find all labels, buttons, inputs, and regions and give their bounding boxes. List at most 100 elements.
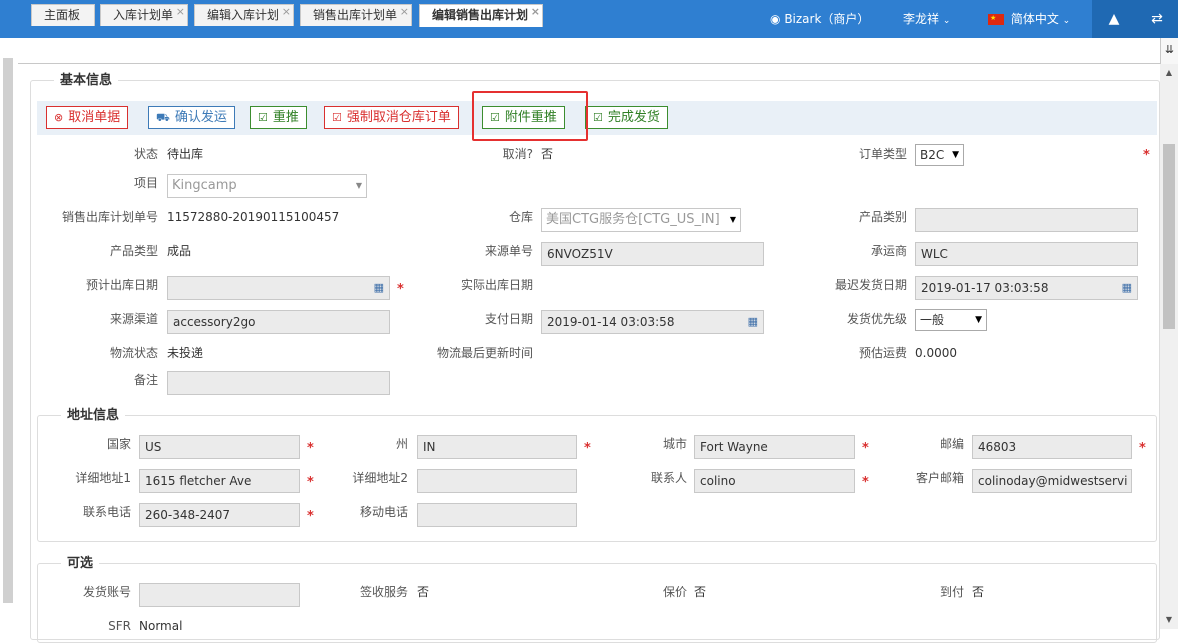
scrollbar-thumb[interactable]	[1163, 144, 1175, 329]
ship-priority-value: 一般	[920, 313, 945, 327]
required-marker: *	[584, 441, 591, 456]
product-type-label: 产品类型	[109, 244, 158, 258]
chevron-down-icon: ⌄	[942, 16, 951, 26]
highlight-box	[472, 91, 588, 141]
warehouse-select[interactable]: 美国CTG服务仓[CTG_US_IN] ▼	[541, 208, 741, 232]
button-label: 完成发货	[607, 110, 660, 125]
product-type-value: 成品	[167, 244, 192, 258]
cancel-order-button[interactable]: ⊗ 取消单据	[46, 106, 129, 129]
carrier-label: 承运商	[870, 244, 907, 258]
ship-account-field[interactable]	[139, 583, 300, 607]
language-menu[interactable]: ★ 简体中文 ⌄	[988, 0, 1070, 38]
address2-field[interactable]	[417, 469, 577, 493]
planned-outbound-date-field[interactable]: ▦	[167, 276, 390, 300]
left-scrollbar[interactable]	[0, 38, 18, 629]
caret-down-icon: ▼	[355, 181, 362, 190]
required-marker: *	[1143, 148, 1150, 163]
tab-edit-inbound-plan[interactable]: 编辑入库计划 ×	[194, 2, 295, 26]
button-label: 重推	[272, 110, 299, 125]
tab-overflow-button[interactable]: ⇊	[1160, 38, 1178, 64]
user-menu[interactable]: 李龙祥 ⌄	[903, 0, 950, 38]
plan-number-label: 销售出库计划单号	[61, 210, 158, 224]
contact-label: 联系人	[650, 471, 687, 485]
calendar-icon[interactable]: ▦	[748, 311, 758, 333]
latest-ship-date-field[interactable]: 2019-01-17 03:03:58 ▦	[915, 276, 1138, 300]
order-type-select[interactable]: B2C ▼	[915, 144, 964, 166]
tree-button[interactable]: ▲	[1092, 0, 1136, 38]
tab-sales-outbound-plans[interactable]: 销售出库计划单 ×	[300, 2, 413, 26]
ship-priority-select[interactable]: 一般 ▼	[915, 309, 987, 331]
order-type-value: B2C	[920, 148, 945, 162]
address2-label: 详细地址2	[352, 471, 408, 485]
truck-icon: ⛟	[156, 111, 170, 124]
caret-down-icon: ▼	[952, 150, 959, 160]
project-label: 项目	[133, 176, 158, 190]
country-field[interactable]: US	[139, 435, 300, 459]
actual-outbound-date-label: 实际出库日期	[460, 278, 533, 292]
estimated-freight-value: 0.0000	[915, 346, 957, 360]
confirm-ship-button[interactable]: ⛟ 确认发运	[148, 106, 235, 129]
cancelled-value: 否	[541, 147, 554, 161]
city-field[interactable]: Fort Wayne	[694, 435, 855, 459]
state-field[interactable]: IN	[417, 435, 577, 459]
cod-label: 到付	[939, 585, 964, 599]
source-number-label: 来源单号	[484, 244, 533, 258]
phone-field[interactable]: 260-348-2407	[139, 503, 300, 527]
check-square-icon: ☑	[593, 111, 603, 124]
scroll-up-icon[interactable]: ▲	[1160, 64, 1178, 82]
phone-label: 联系电话	[82, 505, 131, 519]
source-channel-field[interactable]: accessory2go	[167, 310, 390, 334]
caret-down-icon: ▼	[729, 209, 736, 231]
button-label: 取消单据	[68, 110, 121, 125]
repush-button[interactable]: ☑ 重推	[250, 106, 307, 129]
tab-edit-sales-outbound-plan[interactable]: 编辑销售出库计划 ×	[419, 2, 544, 27]
calendar-icon[interactable]: ▦	[1122, 277, 1132, 299]
tab-label: 编辑入库计划	[207, 8, 280, 22]
cod-value: 否	[972, 585, 985, 599]
customer-email-field[interactable]: colinoday@midwestservi	[972, 469, 1132, 493]
payment-date-field[interactable]: 2019-01-14 03:03:58 ▦	[541, 310, 764, 334]
close-icon[interactable]: ×	[531, 2, 540, 22]
complete-shipment-button[interactable]: ☑ 完成发货	[585, 106, 668, 129]
company-menu[interactable]: ◉ Bizark（商户）	[770, 0, 869, 38]
force-cancel-warehouse-order-button[interactable]: ☑ 强制取消仓库订单	[324, 106, 459, 129]
required-marker: *	[307, 509, 314, 524]
payment-date-label: 支付日期	[484, 312, 533, 326]
tab-bar	[0, 38, 1178, 64]
product-category-field[interactable]	[915, 208, 1138, 232]
mobile-field[interactable]	[417, 503, 577, 527]
vertical-scrollbar[interactable]: ▲ ▼	[1160, 64, 1178, 629]
scroll-down-icon[interactable]: ▼	[1160, 615, 1178, 629]
check-square-icon: ☑	[332, 111, 342, 124]
left-scrollbar-thumb[interactable]	[3, 58, 13, 603]
remark-field[interactable]	[167, 371, 390, 395]
swap-button[interactable]: ⇄	[1136, 0, 1178, 38]
project-value: Kingcamp	[172, 178, 237, 193]
estimated-freight-label: 预估运费	[858, 346, 907, 360]
close-icon[interactable]: ×	[282, 2, 291, 22]
address1-label: 详细地址1	[75, 471, 131, 485]
close-icon[interactable]: ×	[176, 2, 185, 22]
latest-ship-date-label: 最迟发货日期	[834, 278, 907, 292]
contact-field[interactable]: colino	[694, 469, 855, 493]
optional-legend: 可选	[61, 556, 100, 572]
plan-number-value: 11572880-20190115100457	[167, 210, 340, 224]
tab-dashboard[interactable]: 主面板	[31, 4, 96, 26]
status-value: 待出库	[167, 147, 204, 161]
tab-inbound-plans[interactable]: 入库计划单 ×	[100, 2, 189, 26]
carrier-field[interactable]: WLC	[915, 242, 1138, 266]
project-select[interactable]: Kingcamp ▼	[167, 174, 367, 198]
city-label: 城市	[662, 437, 687, 451]
address1-field[interactable]: 1615 fletcher Ave	[139, 469, 300, 493]
close-icon[interactable]: ×	[400, 2, 409, 22]
mobile-label: 移动电话	[359, 505, 408, 519]
order-type-label: 订单类型	[858, 147, 907, 161]
source-number-field[interactable]: 6NVOZ51V	[541, 242, 764, 266]
calendar-icon[interactable]: ▦	[374, 277, 384, 299]
zip-field[interactable]: 46803	[972, 435, 1132, 459]
tree-icon: ▲	[1108, 11, 1120, 27]
remark-label: 备注	[133, 373, 158, 387]
caret-down-icon: ▼	[975, 315, 982, 325]
double-chevron-down-icon: ⇊	[1164, 43, 1175, 56]
ship-account-label: 发货账号	[82, 585, 131, 599]
